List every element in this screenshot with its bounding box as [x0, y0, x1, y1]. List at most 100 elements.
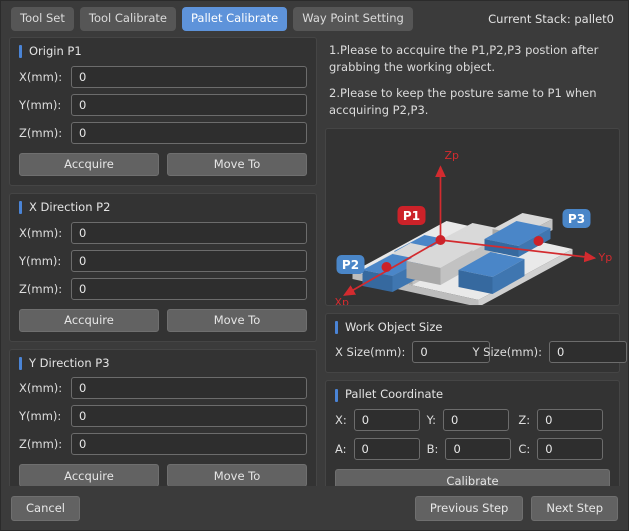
group-x-direction-p2-title: X Direction P2: [29, 199, 111, 214]
p3-move-to-button[interactable]: Move To: [167, 464, 307, 488]
point-p1-dot: [435, 234, 446, 245]
pallet-b-label: B:: [426, 442, 439, 457]
pallet-x-label: X:: [335, 413, 347, 428]
svg-text:P3: P3: [568, 212, 585, 226]
tab-tool-set[interactable]: Tool Set: [11, 7, 74, 31]
badge-p2: P2: [336, 254, 365, 274]
instruction-1: 1.Please to accquire the P1,P2,P3 postio…: [329, 43, 599, 74]
group-origin-p1-header: Origin P1: [19, 44, 307, 59]
work-object-x-size-label: X Size(mm):: [335, 345, 406, 360]
pallet-coordinate-xyz-row: X: Y: Z:: [335, 409, 610, 432]
instructions-block: 1.Please to accquire the P1,P2,P3 postio…: [325, 37, 620, 121]
p3-x-input[interactable]: [71, 377, 307, 400]
group-work-object-size-header: Work Object Size: [335, 319, 610, 335]
group-y-direction-p3: Y Direction P3 X(mm): Y(mm): Z(mm): Accq…: [9, 348, 317, 498]
p3-x-row: X(mm):: [19, 377, 307, 400]
p2-z-row: Z(mm):: [19, 277, 307, 300]
p1-y-label: Y(mm):: [19, 97, 62, 112]
p2-z-input[interactable]: [71, 277, 307, 300]
next-step-button[interactable]: Next Step: [531, 495, 618, 521]
p1-acquire-button[interactable]: Accquire: [19, 152, 159, 176]
axis-xp-label: Xp: [335, 296, 350, 305]
tab-list: Tool Set Tool Calibrate Pallet Calibrate…: [11, 7, 413, 31]
left-column: Origin P1 X(mm): Y(mm): Z(mm): Accquire …: [9, 37, 317, 498]
tab-way-point-setting[interactable]: Way Point Setting: [293, 7, 413, 31]
axis-yp-label: Yp: [598, 251, 613, 264]
p3-y-row: Y(mm):: [19, 405, 307, 428]
p3-z-label: Z(mm):: [19, 437, 63, 452]
p1-x-row: X(mm):: [19, 65, 307, 88]
p1-z-row: Z(mm):: [19, 121, 307, 144]
pallet-c-label: C:: [518, 442, 531, 457]
right-column: 1.Please to accquire the P1,P2,P3 postio…: [325, 37, 628, 503]
pallet-z-field: Z:: [518, 409, 610, 432]
cancel-button[interactable]: Cancel: [11, 495, 80, 521]
group-x-direction-p2: X Direction P2 X(mm): Y(mm): Z(mm): Accq…: [9, 192, 317, 342]
p2-y-input[interactable]: [71, 249, 307, 272]
pallet-coordinate-abc-row: A: B: C:: [335, 438, 610, 461]
badge-p1: P1: [397, 205, 426, 225]
pallet-c-input[interactable]: [537, 438, 604, 461]
group-origin-p1: Origin P1 X(mm): Y(mm): Z(mm): Accquire …: [9, 37, 317, 186]
accent-bar-icon: [19, 45, 22, 59]
p2-y-row: Y(mm):: [19, 249, 307, 272]
top-tab-bar: Tool Set Tool Calibrate Pallet Calibrate…: [1, 1, 628, 37]
p1-move-to-button[interactable]: Move To: [167, 152, 307, 176]
p2-acquire-button[interactable]: Accquire: [19, 308, 159, 332]
pallet-x-field: X:: [335, 409, 427, 432]
pallet-a-input[interactable]: [353, 438, 420, 461]
p1-y-input[interactable]: [71, 93, 307, 116]
svg-text:P2: P2: [342, 258, 359, 272]
pallet-diagram-svg: Zp Xp Yp P1 P2 P3: [335, 149, 613, 305]
p3-z-row: Z(mm):: [19, 433, 307, 456]
p2-x-row: X(mm):: [19, 221, 307, 244]
p1-x-label: X(mm):: [19, 69, 63, 84]
p2-x-input[interactable]: [71, 221, 307, 244]
group-y-direction-p3-header: Y Direction P3: [19, 355, 307, 371]
point-p2-dot: [381, 261, 392, 272]
work-object-size-row: X Size(mm): Y Size(mm):: [335, 341, 628, 364]
group-work-object-size: Work Object Size X Size(mm): Y Size(mm):: [325, 312, 628, 374]
group-pallet-coordinate: Pallet Coordinate X: Y: Z:: [325, 380, 620, 503]
pallet-y-label: Y:: [426, 413, 437, 428]
pallet-z-label: Z:: [518, 413, 531, 428]
instruction-2: 2.Please to keep the posture same to P1 …: [329, 86, 597, 118]
pallet-b-input[interactable]: [445, 438, 512, 461]
work-object-y-size-label: Y Size(mm):: [472, 345, 543, 360]
main-content: Origin P1 X(mm): Y(mm): Z(mm): Accquire …: [1, 37, 628, 503]
p3-button-row: Accquire Move To: [19, 464, 307, 488]
work-object-x-size-field: X Size(mm):: [335, 341, 491, 364]
current-stack-label: Current Stack: pallet0: [488, 12, 614, 26]
pallet-x-input[interactable]: [353, 409, 420, 432]
tab-pallet-calibrate[interactable]: Pallet Calibrate: [182, 7, 288, 31]
pallet-y-input[interactable]: [443, 409, 510, 432]
pallet-z-input[interactable]: [537, 409, 604, 432]
p1-y-row: Y(mm):: [19, 93, 307, 116]
p3-acquire-button[interactable]: Accquire: [19, 464, 159, 488]
group-pallet-coordinate-header: Pallet Coordinate: [335, 388, 610, 402]
bottom-bar: Cancel Previous Step Next Step: [1, 486, 628, 530]
pallet-a-field: A:: [335, 438, 427, 461]
pallet-b-field: B:: [426, 438, 519, 461]
p3-y-input[interactable]: [71, 405, 307, 428]
p1-z-label: Z(mm):: [19, 125, 63, 140]
svg-text:P1: P1: [403, 209, 420, 223]
p2-y-label: Y(mm):: [19, 253, 62, 268]
p1-x-input[interactable]: [71, 65, 307, 88]
pallet-calibrate-window: Tool Set Tool Calibrate Pallet Calibrate…: [0, 0, 629, 531]
accent-bar-icon: [19, 201, 22, 215]
group-origin-p1-title: Origin P1: [29, 44, 82, 58]
work-object-y-size-input[interactable]: [549, 341, 628, 364]
p1-z-input[interactable]: [71, 121, 307, 144]
p1-button-row: Accquire Move To: [19, 152, 307, 176]
p2-button-row: Accquire Move To: [19, 308, 307, 332]
tab-tool-calibrate[interactable]: Tool Calibrate: [79, 7, 177, 31]
previous-step-button[interactable]: Previous Step: [414, 495, 524, 521]
pallet-y-field: Y:: [426, 409, 519, 432]
pallet-a-label: A:: [335, 442, 347, 457]
p2-x-label: X(mm):: [19, 225, 63, 240]
p2-move-to-button[interactable]: Move To: [167, 308, 307, 332]
p3-z-input[interactable]: [71, 433, 307, 456]
group-work-object-size-title: Work Object Size: [345, 319, 443, 334]
group-y-direction-p3-title: Y Direction P3: [29, 355, 110, 370]
